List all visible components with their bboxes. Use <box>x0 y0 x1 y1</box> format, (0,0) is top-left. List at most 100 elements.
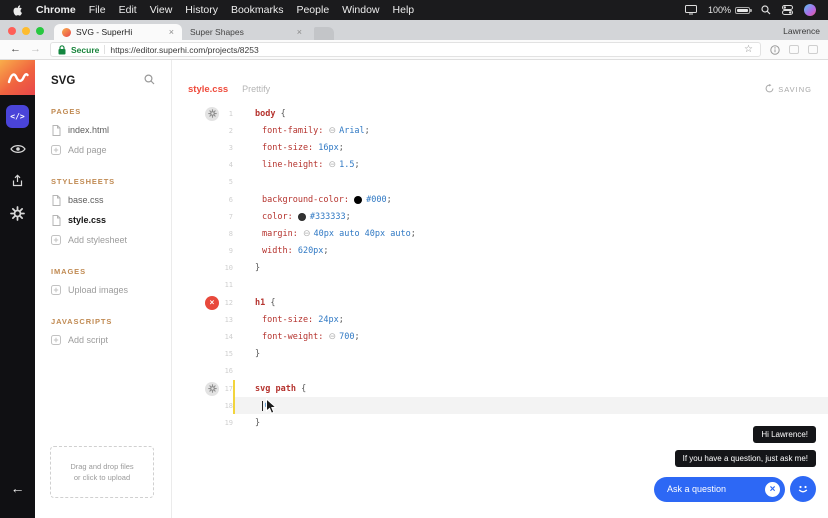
code-line-content: font-size: 24px; <box>233 311 828 328</box>
code-line[interactable]: 13 font-size: 24px; <box>172 311 828 328</box>
code-token: } <box>255 417 261 428</box>
code-line[interactable]: 16 <box>172 363 828 380</box>
code-line[interactable]: 10} <box>172 260 828 277</box>
menu-chrome[interactable]: Chrome <box>36 4 76 16</box>
upload-icon <box>11 173 24 192</box>
menu-bookmarks[interactable]: Bookmarks <box>231 4 284 16</box>
editor-header: style.css Prettify SAVING <box>172 60 828 105</box>
line-number: 16 <box>224 367 233 376</box>
address-bar[interactable]: Secure https://editor.superhi.com/projec… <box>50 42 761 57</box>
file-item[interactable]: base.css <box>35 190 171 210</box>
exit-editor-button[interactable]: ← <box>0 471 35 504</box>
tab-close-icon[interactable]: × <box>169 27 174 37</box>
menu-help[interactable]: Help <box>393 4 415 16</box>
spotlight-icon[interactable] <box>761 5 771 15</box>
battery-status[interactable]: 100% <box>708 5 752 15</box>
file-item-label: base.css <box>68 195 104 205</box>
control-center-icon[interactable] <box>782 5 793 15</box>
close-icon: × <box>205 295 219 310</box>
menu-people[interactable]: People <box>296 4 329 16</box>
code-token: font-size: <box>262 142 319 153</box>
search-icon[interactable] <box>144 72 155 90</box>
error-indicator-icon[interactable]: × <box>202 295 222 310</box>
back-button[interactable]: ← <box>10 44 21 55</box>
browser-tab-strip: SVG - SuperHi × Super Shapes × Lawrence <box>0 20 828 40</box>
code-line[interactable]: 1 body { <box>172 105 828 122</box>
value-adjuster-icon[interactable]: ⊖ <box>329 332 337 342</box>
code-line[interactable]: 7 color: #333333; <box>172 208 828 225</box>
text-caret <box>262 400 263 411</box>
line-number: 6 <box>228 195 233 204</box>
code-line[interactable]: 6 background-color: #000; <box>172 191 828 208</box>
menu-edit[interactable]: Edit <box>119 4 137 16</box>
settings-button[interactable] <box>0 199 35 232</box>
code-line[interactable]: 9 width: 620px; <box>172 243 828 260</box>
publish-button[interactable] <box>0 166 35 199</box>
menu-history[interactable]: History <box>185 4 218 16</box>
section-label: IMAGES <box>51 267 86 276</box>
code-line[interactable]: 3 font-size: 16px; <box>172 139 828 156</box>
line-number: 12 <box>224 298 233 307</box>
code-line[interactable]: 5 <box>172 174 828 191</box>
display-status-icon[interactable] <box>684 5 697 15</box>
browser-tab[interactable]: SVG - SuperHi × <box>54 24 182 40</box>
prettify-button[interactable]: Prettify <box>242 84 270 94</box>
code-line[interactable]: × 12 h1 { <box>172 294 828 311</box>
preview-button[interactable] <box>0 133 35 166</box>
tab-title: Super Shapes <box>190 27 244 37</box>
new-tab-button[interactable] <box>314 27 334 40</box>
code-line[interactable]: 8 margin: ⊖ 40px auto 40px auto; <box>172 225 828 242</box>
browser-tab[interactable]: Super Shapes × <box>182 24 310 40</box>
file-item-label: index.html <box>68 125 110 135</box>
rule-settings-icon[interactable] <box>202 381 222 396</box>
add-item-button[interactable]: Add page <box>35 140 171 160</box>
code-line[interactable]: 18 ⊕ <box>172 397 828 415</box>
code-line[interactable]: 14 font-weight: ⊖ 700; <box>172 328 828 345</box>
file-item[interactable]: index.html <box>35 120 171 140</box>
code-area[interactable]: 1 body {2 font-family: ⊖ Arial; 3 font-size: … <box>172 105 828 432</box>
bookmark-star-icon[interactable]: ☆ <box>744 44 753 55</box>
code-line[interactable]: 17 svg path { <box>172 380 828 398</box>
page-info-icon[interactable] <box>770 44 780 55</box>
file-dropzone[interactable]: Drag and drop files or click to upload <box>50 446 154 498</box>
minimize-window-button[interactable] <box>22 27 30 35</box>
close-window-button[interactable] <box>8 27 16 35</box>
chat-close-icon[interactable]: × <box>765 481 780 497</box>
color-swatch[interactable] <box>354 195 363 204</box>
value-adjuster-icon[interactable]: ⊖ <box>329 126 337 136</box>
code-line[interactable]: 15} <box>172 346 828 363</box>
browser-profile-name[interactable]: Lawrence <box>783 26 820 36</box>
file-item[interactable]: style.css <box>35 210 171 230</box>
value-adjuster-icon[interactable]: ⊖ <box>303 229 311 239</box>
add-property-icon[interactable]: ⊕ <box>264 400 272 411</box>
add-item-button[interactable]: Add script <box>35 330 171 350</box>
extension-icon[interactable] <box>789 45 799 54</box>
superhi-logo[interactable] <box>0 60 35 95</box>
menu-window[interactable]: Window <box>342 4 379 16</box>
open-file-tab[interactable]: style.css <box>188 84 228 95</box>
siri-icon[interactable] <box>804 4 816 16</box>
code-view-button[interactable]: </> <box>0 100 35 133</box>
add-item-button[interactable]: Upload images <box>35 280 171 300</box>
line-number: 14 <box>224 333 233 342</box>
menu-view[interactable]: View <box>150 4 173 16</box>
add-item-button[interactable]: Add stylesheet <box>35 230 171 250</box>
code-line[interactable]: 2 font-family: ⊖ Arial; <box>172 122 828 139</box>
code-line[interactable]: 4 line-height: ⊖ 1.5; <box>172 157 828 174</box>
chat-avatar-icon[interactable] <box>790 476 816 502</box>
value-adjuster-icon[interactable]: ⊖ <box>329 160 337 170</box>
code-line[interactable]: 11 <box>172 277 828 294</box>
ask-question-button[interactable]: Ask a question × <box>654 476 785 502</box>
apple-menu-icon[interactable] <box>12 4 23 17</box>
zoom-window-button[interactable] <box>36 27 44 35</box>
cast-icon[interactable] <box>808 45 818 54</box>
code-token: svg path <box>255 383 296 394</box>
menu-file[interactable]: File <box>89 4 106 16</box>
window-controls <box>8 27 44 35</box>
tab-close-icon[interactable]: × <box>297 27 302 37</box>
forward-button[interactable]: → <box>30 44 41 55</box>
code-token: } <box>255 263 261 274</box>
rule-settings-icon[interactable] <box>202 106 222 121</box>
color-swatch[interactable] <box>297 212 306 221</box>
code-token: { <box>295 383 307 394</box>
